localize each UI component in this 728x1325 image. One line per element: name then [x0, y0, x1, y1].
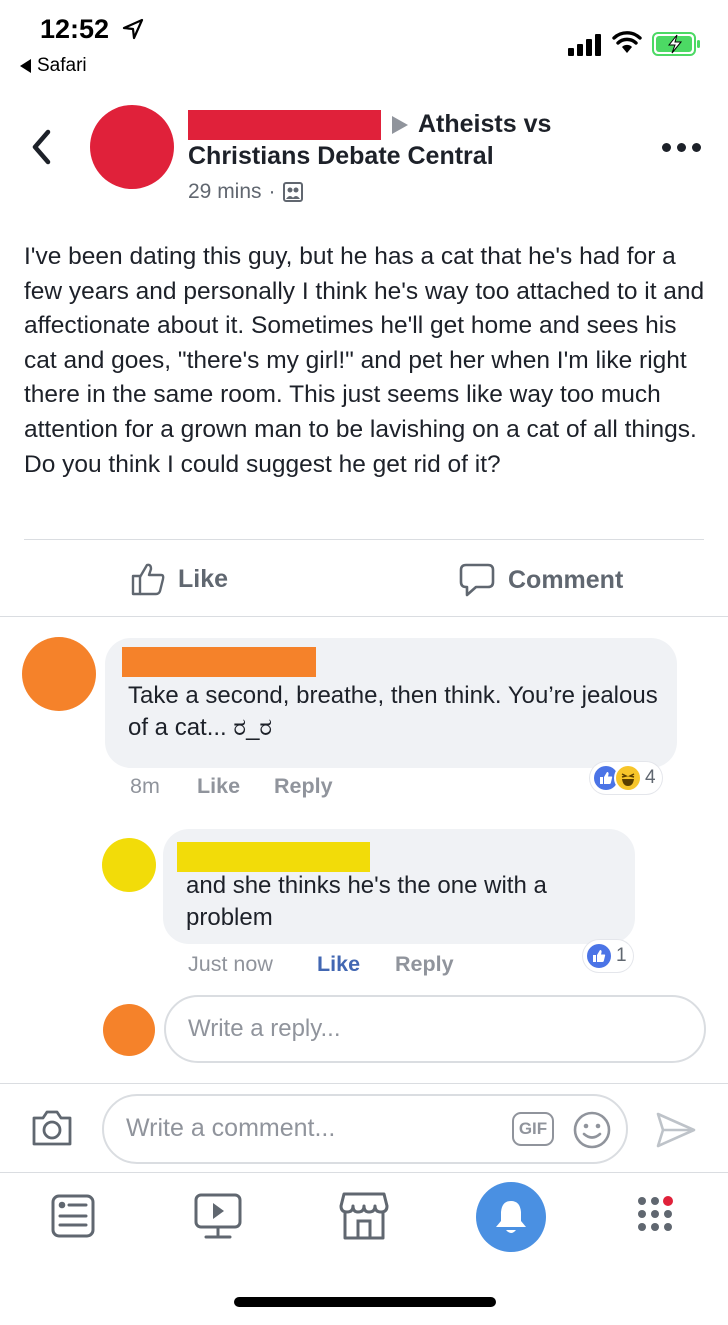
- camera-icon[interactable]: [30, 1108, 74, 1148]
- reply-reaction-summary[interactable]: 1: [583, 940, 633, 972]
- replier-avatar[interactable]: [102, 838, 156, 892]
- more-icon[interactable]: [662, 143, 701, 152]
- comment-reply-button[interactable]: Reply: [274, 774, 333, 799]
- comment-bubble-icon: [459, 563, 495, 597]
- wifi-icon: [612, 31, 642, 53]
- comment-text: Take a second, breathe, then think. You’…: [128, 682, 658, 741]
- reply-like-button[interactable]: Like: [317, 952, 360, 977]
- reaction-count: 4: [645, 767, 656, 788]
- news-feed-icon[interactable]: [50, 1193, 96, 1239]
- battery-charging-icon: [652, 32, 700, 56]
- back-app-label: Safari: [37, 55, 87, 76]
- reply-reply-button[interactable]: Reply: [395, 952, 454, 977]
- haha-reaction-icon: [614, 764, 642, 792]
- send-icon[interactable]: [655, 1111, 697, 1149]
- group-privacy-icon: [282, 182, 303, 202]
- meta-separator: ·: [268, 180, 276, 203]
- my-avatar: [103, 1004, 155, 1056]
- commenter-name-redacted: [122, 647, 316, 677]
- reply-time: Just now: [188, 952, 273, 976]
- group-name-line1[interactable]: Atheists vs: [418, 110, 551, 139]
- group-name-line2[interactable]: Christians Debate Central: [188, 142, 494, 171]
- reply-text: and she thinks he's the one with a probl…: [186, 872, 547, 931]
- menu-icon[interactable]: [636, 1195, 678, 1237]
- location-arrow-icon: [122, 18, 144, 40]
- reaction-count: 1: [616, 945, 627, 966]
- divider: [24, 539, 704, 540]
- signal-icon: [568, 34, 601, 56]
- comment-button[interactable]: Comment: [458, 562, 623, 598]
- comment-placeholder: Write a comment...: [126, 1114, 336, 1142]
- post-body: I've been dating this guy, but he has a …: [24, 243, 705, 478]
- bell-icon: [496, 1201, 526, 1233]
- back-triangle-icon: [20, 59, 31, 73]
- divider: [0, 616, 728, 617]
- marketplace-icon[interactable]: [338, 1191, 390, 1241]
- divider: [0, 1172, 728, 1173]
- reply-input[interactable]: Write a reply...: [164, 995, 706, 1063]
- like-label: Like: [178, 564, 229, 593]
- post-time: 29 mins: [188, 180, 262, 203]
- notifications-tab[interactable]: [476, 1182, 546, 1252]
- status-time: 12:52: [40, 14, 110, 44]
- emoji-icon[interactable]: [572, 1110, 612, 1150]
- comment-like-button[interactable]: Like: [197, 774, 240, 799]
- commenter-avatar[interactable]: [22, 637, 96, 711]
- home-indicator[interactable]: [234, 1297, 496, 1307]
- poster-name-redacted: [188, 110, 381, 140]
- replier-name-redacted: [177, 842, 370, 872]
- reaction-summary[interactable]: 4: [590, 762, 662, 794]
- post-meta: 29 mins ·: [188, 180, 303, 204]
- watch-icon[interactable]: [192, 1191, 244, 1243]
- gif-button[interactable]: GIF: [512, 1112, 554, 1146]
- poster-avatar[interactable]: [90, 105, 174, 189]
- thumbs-up-icon: [131, 563, 165, 596]
- comment-time: 8m: [130, 774, 160, 798]
- like-reaction-icon: [585, 942, 613, 970]
- like-button[interactable]: Like: [130, 562, 228, 596]
- comment-label: Comment: [508, 565, 624, 594]
- chevron-left-icon[interactable]: [30, 128, 54, 166]
- divider: [0, 1083, 728, 1084]
- back-to-safari[interactable]: Safari: [20, 55, 87, 77]
- arrow-right-icon: [392, 116, 408, 134]
